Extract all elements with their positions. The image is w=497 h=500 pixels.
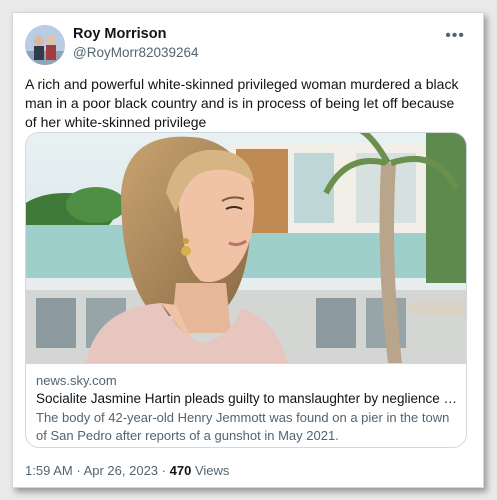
views-count: 470: [169, 463, 192, 478]
more-horizontal-icon[interactable]: •••: [445, 27, 465, 45]
views-label: Views: [194, 463, 230, 478]
tweet-meta: 1:59 AM · Apr 26, 2023 · 470 Views: [25, 463, 229, 478]
link-preview-card[interactable]: news.sky.com Socialite Jasmine Hartin pl…: [25, 132, 467, 448]
author-handle[interactable]: @RoyMorr82039264: [73, 45, 199, 60]
meta-separator: ·: [161, 463, 166, 478]
link-preview-image: [26, 133, 466, 363]
tweet-text: A rich and powerful white-skinned privil…: [25, 76, 459, 130]
tweet-time[interactable]: 1:59 AM: [25, 463, 73, 478]
photo-woman-outdoors: [26, 133, 466, 363]
link-domain: news.sky.com: [36, 373, 117, 388]
author-name[interactable]: Roy Morrison: [73, 26, 166, 42]
link-headline[interactable]: Socialite Jasmine Hartin pleads guilty t…: [36, 391, 458, 406]
avatar-image: [25, 25, 65, 65]
tweet-card: Roy Morrison @RoyMorr82039264 ••• A rich…: [12, 12, 484, 488]
tweet-date[interactable]: Apr 26, 2023: [84, 463, 158, 478]
link-description: The body of 42-year-old Henry Jemmott wa…: [36, 410, 450, 443]
link-preview-meta: news.sky.com Socialite Jasmine Hartin pl…: [26, 363, 466, 447]
meta-separator: ·: [76, 463, 81, 478]
avatar[interactable]: [25, 25, 65, 65]
